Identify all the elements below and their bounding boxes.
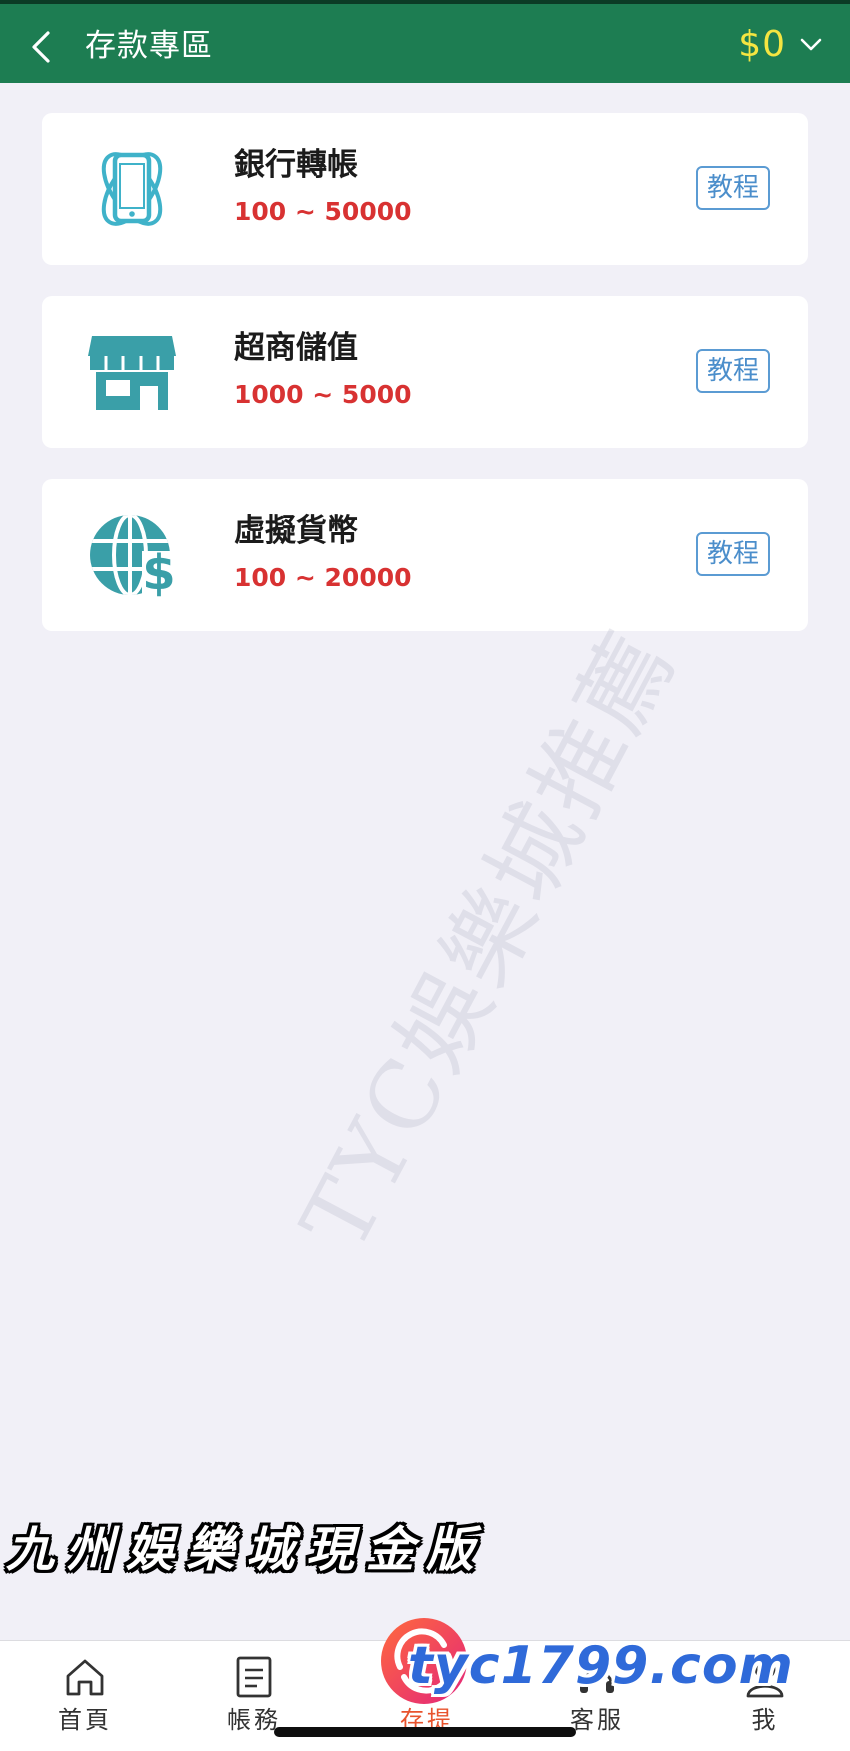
deposit-method-name: 銀行轉帳	[234, 147, 358, 183]
svg-text:$: $	[142, 545, 175, 601]
balance-value: $0	[738, 24, 786, 65]
top-app-bar: 存款專區 $0	[0, 0, 850, 83]
deposit-amount-range: 100 ~ 50000	[234, 197, 412, 226]
globe-dollar-icon: $	[90, 515, 176, 601]
website-watermark: tyc1799.com	[408, 1636, 794, 1696]
nav-item-home[interactable]: 首頁	[25, 1655, 145, 1745]
document-icon	[236, 1656, 272, 1698]
tutorial-button[interactable]: 教程	[696, 166, 770, 210]
tutorial-button[interactable]: 教程	[696, 349, 770, 393]
nav-label: 我	[751, 1706, 779, 1734]
deposit-method-name: 超商儲值	[234, 330, 358, 366]
site-name-watermark: 九州娛樂城現金版	[6, 1522, 487, 1578]
deposit-method-convenience-store[interactable]: 超商儲值 1000 ~ 5000 教程	[42, 296, 808, 448]
deposit-amount-range: 100 ~ 20000	[234, 563, 412, 592]
home-icon	[66, 1659, 104, 1696]
balance-dropdown[interactable]: $0	[738, 22, 822, 68]
phone-transfer-icon	[101, 152, 163, 226]
diagonal-watermark: TYC娛樂城推薦	[280, 613, 697, 1267]
deposit-method-name: 虛擬貨幣	[234, 513, 358, 549]
deposit-method-crypto[interactable]: $ 虛擬貨幣 100 ~ 20000 教程	[42, 479, 808, 631]
deposit-method-bank-transfer[interactable]: 銀行轉帳 100 ~ 50000 教程	[42, 113, 808, 265]
nav-label: 首頁	[58, 1706, 112, 1734]
page-title: 存款專區	[85, 28, 213, 64]
deposit-amount-range: 1000 ~ 5000	[234, 380, 412, 409]
chevron-down-icon	[800, 38, 822, 51]
home-indicator[interactable]	[274, 1727, 576, 1737]
back-arrow-icon[interactable]	[28, 30, 56, 64]
tutorial-button[interactable]: 教程	[696, 532, 770, 576]
store-icon	[88, 336, 176, 410]
